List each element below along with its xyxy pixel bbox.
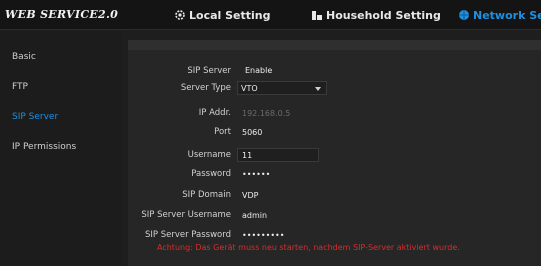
tab-network-setting[interactable]: Network Setti bbox=[458, 7, 541, 23]
sip-domain-input[interactable]: VDP bbox=[237, 188, 319, 202]
row-password: Password •••••• bbox=[128, 167, 541, 183]
row-port: Port 5060 bbox=[128, 125, 541, 141]
row-server-type: Server Type VTO bbox=[128, 81, 541, 97]
building-icon bbox=[311, 9, 323, 21]
port-label: Port bbox=[214, 127, 231, 137]
row-username: Username 11 bbox=[128, 148, 541, 164]
top-bar: WEB SERVICE2.0 Local Setting Household S… bbox=[0, 0, 541, 30]
port-input[interactable]: 5060 bbox=[237, 125, 319, 139]
username-input[interactable]: 11 bbox=[237, 148, 319, 162]
row-sip-server: SIP Server Enable bbox=[128, 64, 541, 80]
sidebar-item-ip-permissions[interactable]: IP Permissions bbox=[12, 142, 76, 152]
tab-local-setting-label: Local Setting bbox=[189, 8, 271, 22]
sip-server-username-input[interactable]: admin bbox=[237, 208, 319, 222]
tab-household-setting[interactable]: Household Setting bbox=[311, 7, 441, 23]
password-input[interactable]: •••••• bbox=[237, 167, 319, 181]
globe-icon bbox=[458, 9, 470, 21]
app-logo: WEB SERVICE2.0 bbox=[5, 8, 119, 21]
password-label: Password bbox=[191, 169, 231, 179]
username-label: Username bbox=[187, 150, 231, 160]
gear-icon bbox=[174, 9, 186, 21]
row-ip-addr: IP Addr. 192.168.0.5 bbox=[128, 106, 541, 122]
sip-server-enable-option[interactable]: Enable bbox=[245, 66, 272, 75]
ip-addr-input[interactable]: 192.168.0.5 bbox=[237, 106, 319, 120]
sip-server-password-label: SIP Server Password bbox=[144, 230, 231, 240]
row-sip-server-password: SIP Server Password ••••••••• bbox=[128, 228, 541, 244]
server-type-label: Server Type bbox=[180, 83, 231, 93]
server-type-select[interactable]: VTO bbox=[237, 81, 327, 95]
ip-addr-label: IP Addr. bbox=[198, 108, 231, 118]
server-type-value: VTO bbox=[241, 84, 258, 93]
tab-household-setting-label: Household Setting bbox=[326, 8, 441, 22]
sidebar-item-basic[interactable]: Basic bbox=[12, 52, 36, 62]
tab-network-setting-label: Network Setti bbox=[473, 8, 541, 22]
panel-header-strip bbox=[128, 40, 541, 50]
sidebar-item-sip-server[interactable]: SIP Server bbox=[12, 112, 58, 122]
sidebar-item-ftp[interactable]: FTP bbox=[12, 82, 28, 92]
chevron-down-icon bbox=[315, 87, 321, 91]
sip-domain-label: SIP Domain bbox=[182, 190, 231, 200]
row-sip-domain: SIP Domain VDP bbox=[128, 188, 541, 204]
sip-server-username-label: SIP Server Username bbox=[141, 210, 231, 220]
sip-server-password-input[interactable]: ••••••••• bbox=[237, 228, 319, 242]
restart-warning: Achtung: Das Gerät muss neu starten, nac… bbox=[157, 243, 460, 252]
sip-server-label: SIP Server bbox=[187, 66, 231, 76]
row-sip-server-username: SIP Server Username admin bbox=[128, 208, 541, 224]
tab-local-setting[interactable]: Local Setting bbox=[174, 7, 271, 23]
